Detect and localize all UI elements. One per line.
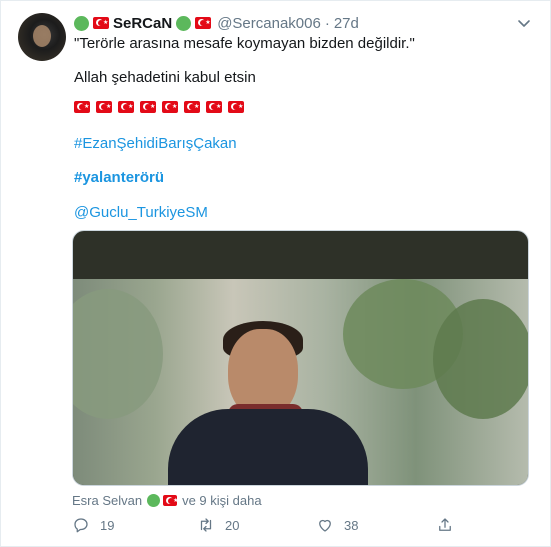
retweet-icon [200,518,212,532]
turkey-flag-icon: ★ [206,101,222,113]
turkey-flag-icon: ★ [228,101,244,113]
turkey-flag-icon: ★ [184,101,200,113]
timestamp[interactable]: 27d [334,15,359,32]
separator: · [324,14,330,32]
turkey-flag-icon: ★ [163,495,178,506]
turkey-flag-icon: ★ [162,101,178,113]
share-icon [439,518,451,531]
avatar[interactable] [18,13,66,61]
mention-link[interactable]: @Guclu_TurkiyeSM [74,203,534,223]
turkey-flag-icon: ★ [195,17,212,29]
tweet-card[interactable]: ★ SeRCaN ★ @Sercanak006 · 27d "Terörle a… [0,0,551,547]
tweet-text-line1: "Terörle arasına mesafe koymayan bizden … [74,35,415,52]
tweet-actions: 19 20 38 [72,516,462,536]
turkey-flag-icon: ★ [93,17,109,29]
turkey-flag-icon: ★ [96,101,112,113]
turkey-flag-icon: ★ [140,101,156,113]
retweet-count: 20 [225,517,240,533]
social-context[interactable]: Esra Selvan ★ ve 9 kişi daha [72,493,262,508]
turkey-flag-icon: ★ [74,101,90,113]
chevron-down-icon[interactable] [516,15,532,31]
reply-count: 19 [100,517,115,533]
photo [73,279,528,485]
reply-icon [74,518,88,533]
green-circle-icon [74,15,89,31]
liker-name[interactable]: Esra Selvan [72,493,142,508]
flag-emoji-row: ★ ★ ★ ★ ★ ★ ★ ★ [74,101,250,113]
user-handle[interactable]: @Sercanak006 [217,15,321,32]
like-count: 38 [344,517,359,533]
share-button[interactable] [436,516,464,534]
tweet-media-image[interactable] [72,230,529,486]
hashtag-link[interactable]: #EzanŞehidiBarışÇakan [74,134,534,154]
turkey-flag-icon: ★ [118,101,134,113]
like-button[interactable]: 38 [316,516,358,534]
reply-button[interactable]: 19 [72,516,114,534]
liker-suffix: ve 9 kişi daha [182,493,262,508]
tweet-header: ★ SeRCaN ★ @Sercanak006 · 27d [74,13,359,33]
tweet-text-line2: Allah şehadetini kabul etsin [74,69,256,86]
green-circle-icon [147,494,161,507]
green-circle-icon [176,15,192,31]
retweet-button[interactable]: 20 [197,516,239,534]
hashtag-link[interactable]: #yalanterörü [74,168,534,188]
display-name[interactable]: SeRCaN [113,15,172,32]
like-icon [319,519,331,532]
